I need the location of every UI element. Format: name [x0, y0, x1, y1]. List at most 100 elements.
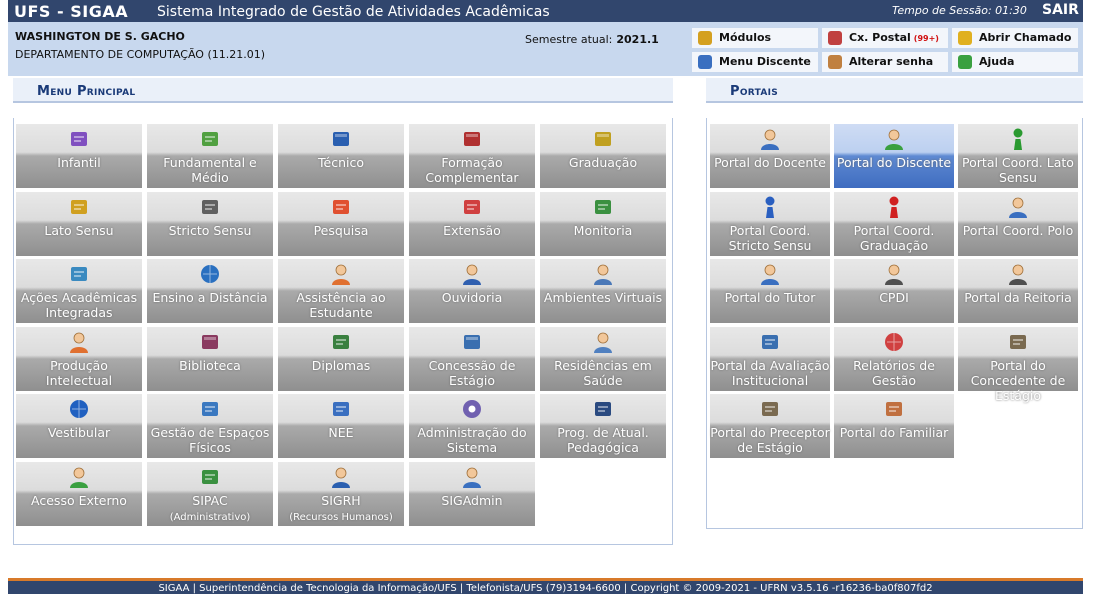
swirl-icon — [67, 397, 91, 421]
user-name: WASHINGTON DE S. GACHO — [15, 30, 185, 43]
tile-label-text: Produção Intelectual — [45, 357, 113, 388]
tile-label-text: Portal do Familiar — [839, 425, 949, 441]
alterar-senha-button[interactable]: Alterar senha — [822, 52, 948, 72]
menu-item-diplomas[interactable]: Diplomas — [278, 326, 404, 391]
tile-label: Residências em Saúde — [540, 358, 666, 388]
quick-link-label: Abrir Chamado — [979, 31, 1071, 44]
menu-item-ensino-a-distancia[interactable]: Ensino a Distância — [147, 259, 273, 324]
quick-link-label: Ajuda — [979, 55, 1014, 68]
portal-portal-do-discente[interactable]: Portal do Discente — [834, 124, 954, 188]
tile-label: Monitoria — [540, 223, 666, 238]
user-blue-icon — [329, 465, 353, 489]
chart-pie-icon — [882, 330, 906, 354]
portal-portal-do-tutor[interactable]: Portal do Tutor — [710, 259, 830, 324]
quick-link-label: Módulos — [719, 31, 771, 44]
user-green-icon — [882, 127, 906, 151]
menu-item-fundamental-e-medio[interactable]: Fundamental e Médio — [147, 124, 273, 188]
abrir-chamado-button[interactable]: Abrir Chamado — [952, 28, 1078, 48]
portal-portal-do-preceptor-de-estagio[interactable]: Portal do Preceptor de Estágio — [710, 394, 830, 459]
menu-item-extensao[interactable]: Extensão — [409, 191, 535, 256]
portal-relatorios-de-gestao[interactable]: Relatórios de Gestão — [834, 326, 954, 391]
tile-label-text: NEE — [328, 425, 354, 441]
tile-label-text: Prog. de Atual. Pedagógica — [557, 425, 649, 456]
flask-icon — [329, 195, 353, 219]
tile-label-text: Assistência ao Estudante — [296, 290, 386, 321]
menu-item-sigrh[interactable]: SIGRH (Recursos Humanos) — [278, 462, 404, 526]
menu-item-concessao-de-estagio[interactable]: Concessão de Estágio — [409, 326, 535, 391]
menu-item-lato-sensu[interactable]: Lato Sensu — [16, 191, 142, 256]
menu-item-producao-intelectual[interactable]: Produção Intelectual — [16, 326, 142, 391]
user-green-icon — [67, 465, 91, 489]
portal-portal-da-avaliacao-institucional[interactable]: Portal da Avaliação Institucional — [710, 326, 830, 391]
portal-portal-da-reitoria[interactable]: Portal da Reitoria — [958, 259, 1078, 324]
tile-label-text: Portal da Reitoria — [964, 290, 1072, 306]
portal-portal-coord-graduacao[interactable]: Portal Coord. Graduação — [834, 191, 954, 256]
menu-discente-button[interactable]: Menu Discente — [692, 52, 818, 72]
portal-portal-do-familiar[interactable]: Portal do Familiar — [834, 394, 954, 459]
tile-label: Técnico — [278, 155, 404, 170]
tile-label-text: Portal do Tutor — [724, 290, 816, 306]
menu-item-administracao-do-sistema[interactable]: Administração do Sistema — [409, 394, 535, 459]
quick-link-text: Cx. Postal — [849, 31, 911, 44]
library-book-icon — [198, 330, 222, 354]
tile-label: Portal do Docente — [710, 155, 830, 170]
tile-label-text: Biblioteca — [179, 357, 241, 373]
menu-item-stricto-sensu[interactable]: Stricto Sensu — [147, 191, 273, 256]
tile-label-text: Vestibular — [47, 425, 111, 441]
tile-label: Vestibular — [16, 425, 142, 440]
tile-label-text: Concessão de Estágio — [428, 357, 516, 388]
modulos-button[interactable]: Módulos — [692, 28, 818, 48]
doctor-icon — [591, 330, 615, 354]
portal-portal-coord-polo[interactable]: Portal Coord. Polo — [958, 191, 1078, 256]
portal-portal-do-docente[interactable]: Portal do Docente — [710, 124, 830, 188]
menu-item-graduacao[interactable]: Graduação — [540, 124, 666, 188]
tile-label: Stricto Sensu — [147, 223, 273, 238]
menu-principal-title: Menu Principal — [37, 84, 136, 99]
tile-label: Portal do Discente — [834, 155, 954, 170]
menu-item-formacao-complementar[interactable]: Formação Complementar — [409, 124, 535, 188]
portal-portal-coord-lato-sensu[interactable]: Portal Coord. Lato Sensu — [958, 124, 1078, 188]
menu-item-acesso-externo[interactable]: Acesso Externo — [16, 462, 142, 526]
user-screen-icon — [460, 465, 484, 489]
menu-item-prog-de-atual-pedagogica[interactable]: Prog. de Atual. Pedagógica — [540, 394, 666, 459]
tile-label-text: Lato Sensu — [44, 222, 114, 238]
tile-label: Concessão de Estágio — [409, 358, 535, 388]
footer: SIGAA | Superintendência de Tecnologia d… — [8, 578, 1083, 594]
menu-item-ouvidoria[interactable]: Ouvidoria — [409, 259, 535, 324]
tile-label-text: Portal Coord. Lato Sensu — [962, 155, 1074, 185]
logout-button[interactable]: SAIR — [1042, 2, 1079, 18]
menu-item-pesquisa[interactable]: Pesquisa — [278, 191, 404, 256]
menu-item-biblioteca[interactable]: Biblioteca — [147, 326, 273, 391]
menu-item-residencias-em-saude[interactable]: Residências em Saúde — [540, 326, 666, 391]
help-icon — [958, 55, 972, 69]
tile-label: Diplomas — [278, 358, 404, 373]
tile-label: Ensino a Distância — [147, 290, 273, 305]
id-card-icon — [1006, 330, 1030, 354]
tile-label: Portal Coord. Polo — [958, 223, 1078, 238]
user-department: DEPARTAMENTO DE COMPUTAÇÃO (11.21.01) — [15, 48, 266, 61]
portal-portal-coord-stricto-sensu[interactable]: Portal Coord. Stricto Sensu — [710, 191, 830, 256]
cx-postal-button[interactable]: Cx. Postal (99+) — [822, 28, 948, 48]
headset-user-icon — [460, 262, 484, 286]
tile-label: Extensão — [409, 223, 535, 238]
cube-icon — [698, 31, 712, 45]
tile-label-text: Ensino a Distância — [152, 290, 268, 306]
app-subtitle: Sistema Integrado de Gestão de Atividade… — [157, 4, 550, 20]
menu-item-vestibular[interactable]: Vestibular — [16, 394, 142, 459]
menu-item-infantil[interactable]: Infantil — [16, 124, 142, 188]
ajuda-button[interactable]: Ajuda — [952, 52, 1078, 72]
tile-label: Ações Acadêmicas Integradas — [16, 290, 142, 320]
sitemap-icon — [198, 397, 222, 421]
menu-item-acoes-academicas-integradas[interactable]: Ações Acadêmicas Integradas — [16, 259, 142, 324]
menu-item-ambientes-virtuais[interactable]: Ambientes Virtuais — [540, 259, 666, 324]
menu-item-tecnico[interactable]: Técnico — [278, 124, 404, 188]
menu-item-nee[interactable]: NEE — [278, 394, 404, 459]
menu-item-monitoria[interactable]: Monitoria — [540, 191, 666, 256]
tile-label-text: Ouvidoria — [441, 290, 503, 306]
menu-item-sipac[interactable]: SIPAC (Administrativo) — [147, 462, 273, 526]
menu-item-gestao-de-espacos-fisicos[interactable]: Gestão de Espaços Físicos — [147, 394, 273, 459]
portal-cpdi[interactable]: CPDI — [834, 259, 954, 324]
portal-portal-do-concedente-de-estagio[interactable]: Portal do Concedente de Estágio — [958, 326, 1078, 403]
menu-item-assistencia-ao-estudante[interactable]: Assistência ao Estudante — [278, 259, 404, 324]
menu-item-sigadmin[interactable]: SIGAdmin — [409, 462, 535, 526]
